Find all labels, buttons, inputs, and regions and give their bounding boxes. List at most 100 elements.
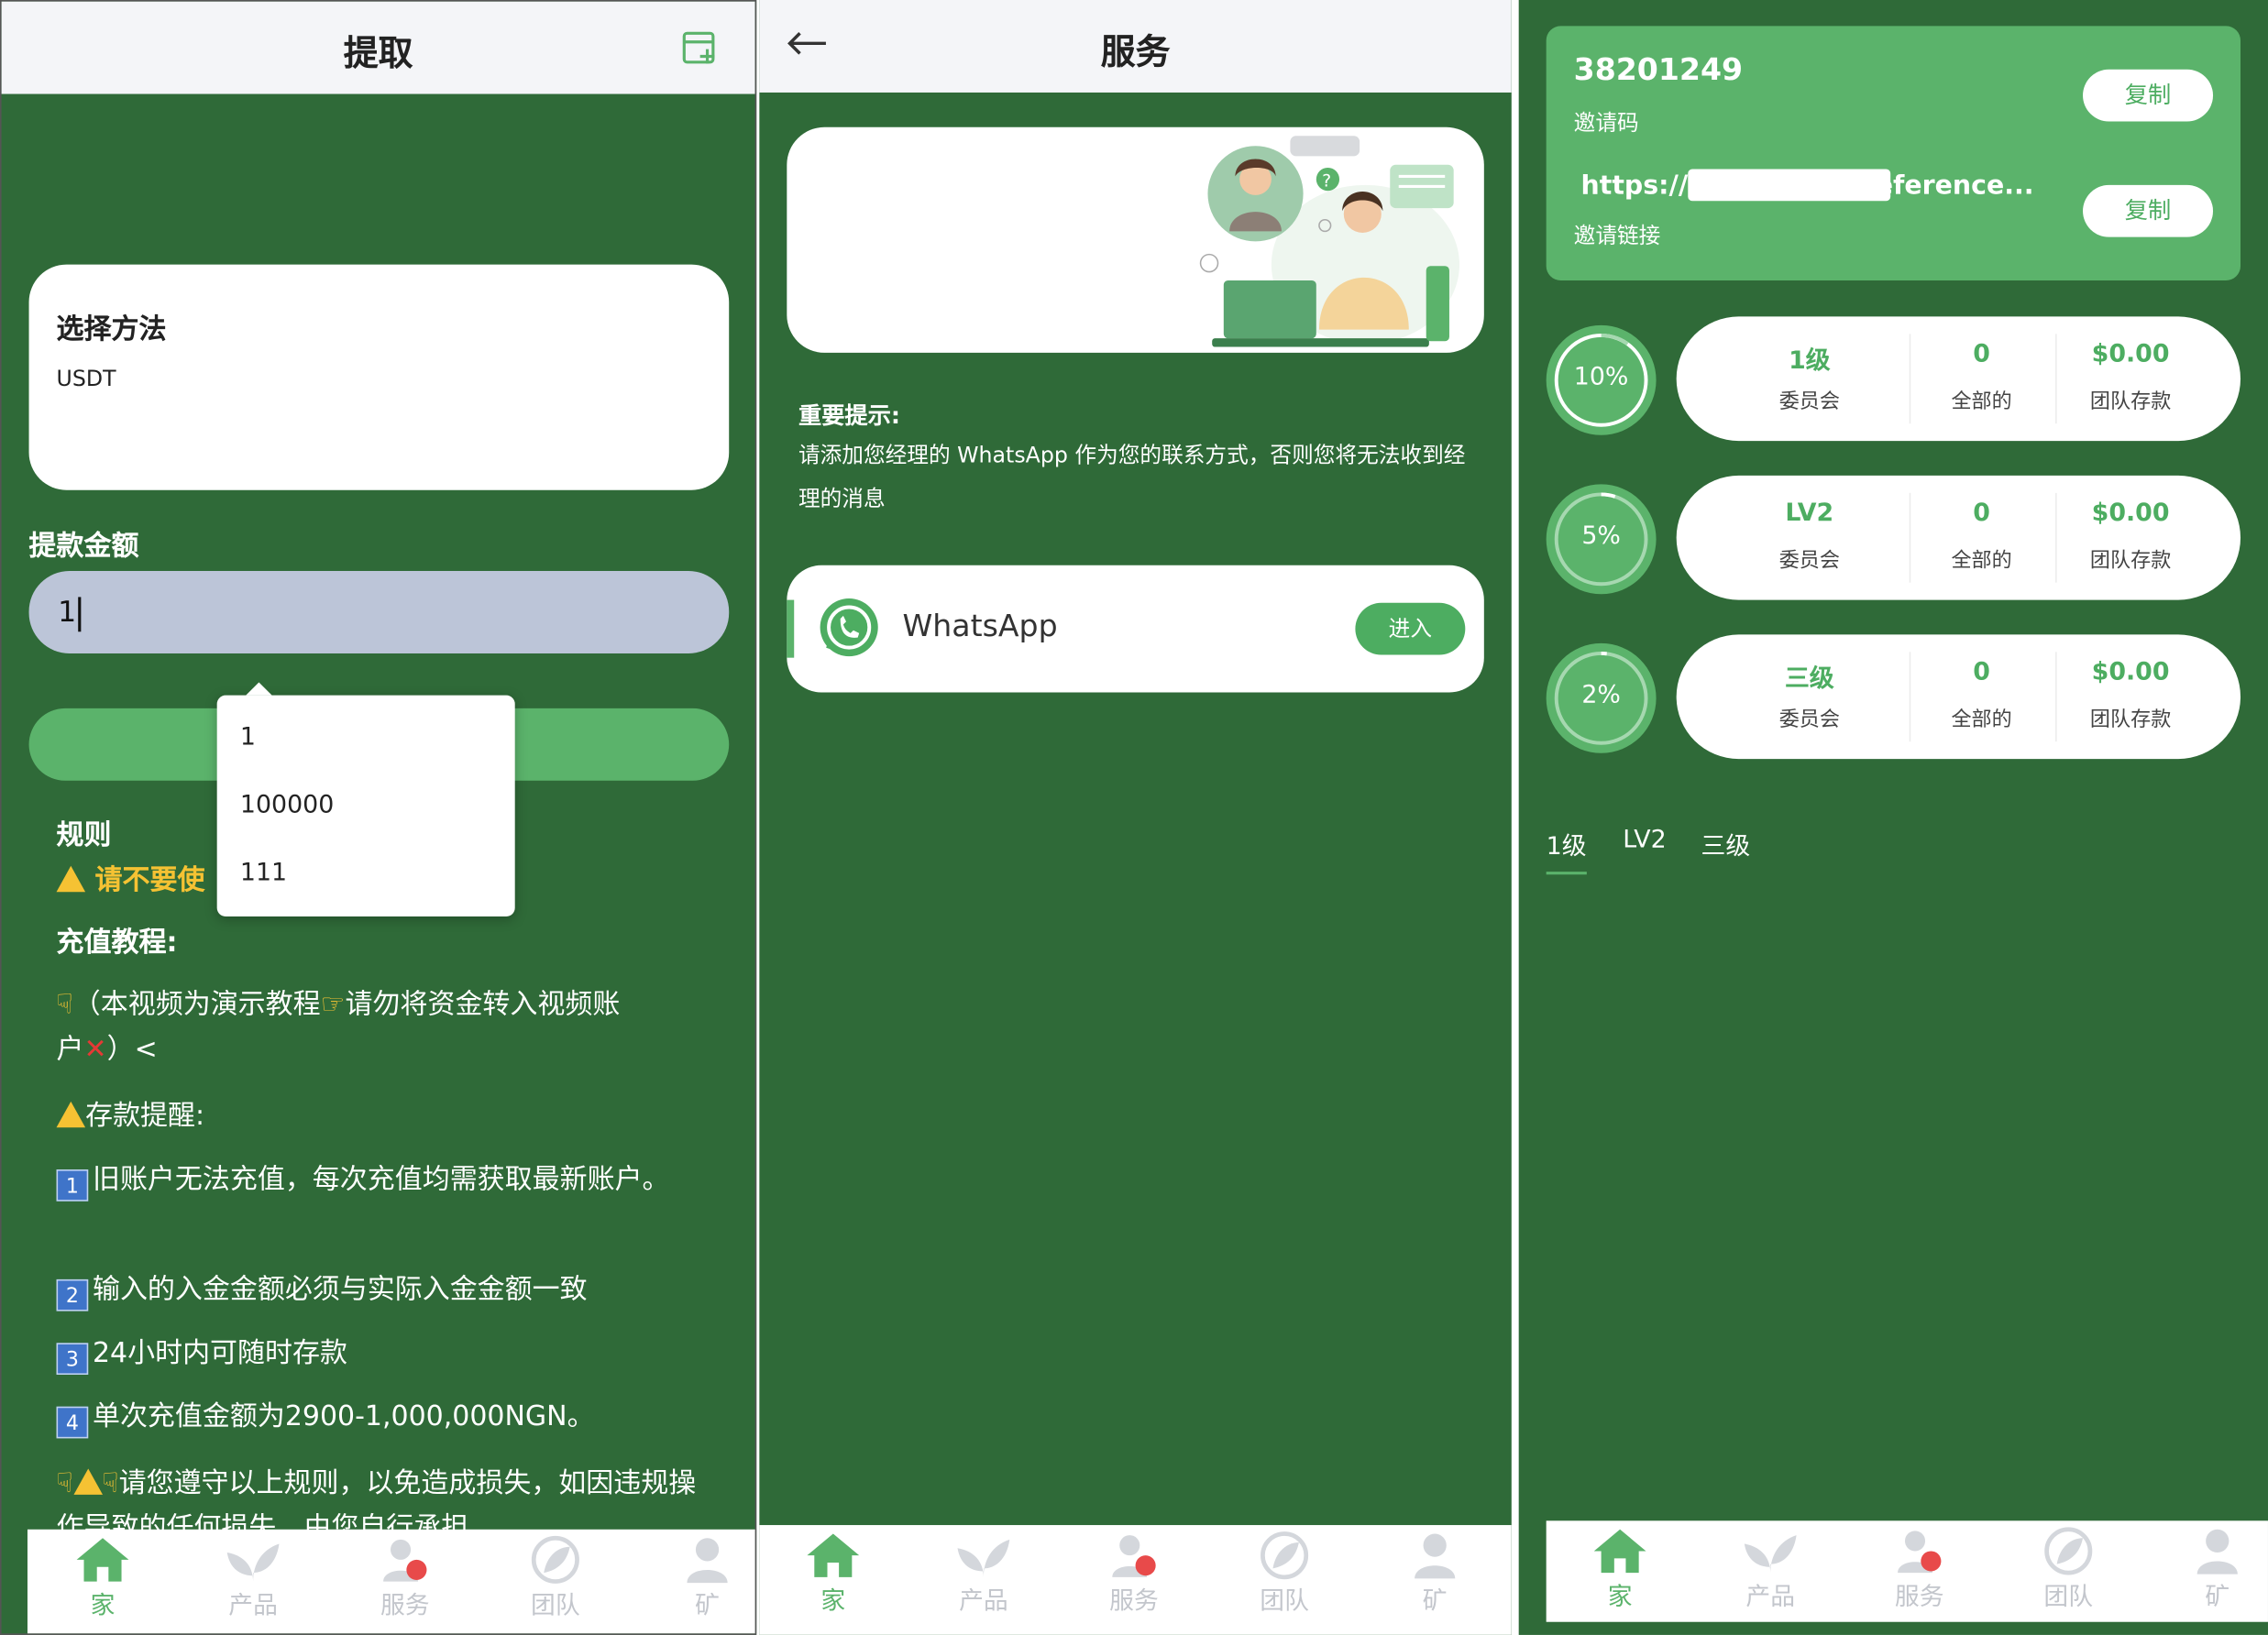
team-icon bbox=[1261, 1531, 1309, 1580]
nav-label-products: 产品 bbox=[1745, 1583, 1796, 1612]
level-name: 1级 bbox=[1789, 346, 1831, 377]
copy-code-button[interactable]: 复制 bbox=[2083, 69, 2214, 122]
rule-item-1: 1 旧账户无法充值，每次充值均需获取最新账户。 bbox=[56, 1158, 708, 1202]
level-name: 三级 bbox=[1785, 664, 1834, 695]
tab-level-1[interactable]: 1级 bbox=[1547, 826, 1587, 862]
level-name: LV2 bbox=[1785, 499, 1834, 528]
level-amount-label: 团队存款 bbox=[2089, 708, 2172, 732]
team-icon bbox=[531, 1535, 579, 1584]
rules-title: 规则 bbox=[56, 819, 112, 852]
deposit-tip-title: 存款提醒: bbox=[56, 1094, 708, 1139]
divider bbox=[2055, 334, 2057, 424]
copy-link-button[interactable]: 复制 bbox=[2083, 184, 2214, 237]
leaf-icon bbox=[226, 1543, 280, 1582]
invite-link-label: 邀请链接 bbox=[1573, 222, 1661, 249]
level-name-label: 委员会 bbox=[1778, 708, 1840, 732]
nav-item-mine[interactable]: 矿 bbox=[2174, 1527, 2261, 1612]
nav-label-home: 家 bbox=[1607, 1583, 1633, 1612]
rules-warning: 请不要使 bbox=[56, 859, 205, 898]
bottom-nav: 家 产品 服务 团队 矿 bbox=[27, 1529, 755, 1634]
hand-point-right-icon: ☞ bbox=[320, 988, 346, 1021]
invite-code-label: 邀请码 bbox=[1573, 109, 1639, 137]
nav-label-mine: 矿 bbox=[695, 1591, 720, 1621]
level-name-label: 委员会 bbox=[1778, 549, 1840, 573]
invite-link-end: eference... bbox=[1875, 170, 2034, 202]
rule-2-text: 输入的入金金额必须与实际入金金额一致 bbox=[92, 1273, 588, 1306]
tutorial-text-c: 户 bbox=[56, 1033, 84, 1066]
add-calendar-icon[interactable] bbox=[681, 29, 719, 67]
level-card-1[interactable]: 1级 委员会 0 全部的 $0.00 团队存款 bbox=[1676, 316, 2241, 442]
nav-label-service: 服务 bbox=[1894, 1583, 1944, 1612]
nav-item-mine[interactable]: 矿 bbox=[664, 1535, 751, 1620]
commission-percent: 5% bbox=[1581, 521, 1621, 551]
nav-label-products: 产品 bbox=[959, 1586, 1008, 1617]
rule-item-3: 3 24小时内可随时存款 bbox=[56, 1332, 708, 1377]
tutorial-text-b: 请勿将资金转入视频账 bbox=[345, 988, 621, 1021]
nav-item-home[interactable]: 家 bbox=[789, 1531, 876, 1616]
warning-icon bbox=[72, 1468, 103, 1495]
amount-input[interactable]: 1 bbox=[28, 571, 730, 653]
nav-item-team[interactable]: 团队 bbox=[2025, 1527, 2112, 1612]
autocomplete-option[interactable]: 111 bbox=[240, 859, 287, 888]
nav-item-products[interactable]: 产品 bbox=[941, 1531, 1028, 1616]
level-amount: $0.00 bbox=[2091, 657, 2170, 687]
autocomplete-option[interactable]: 100000 bbox=[240, 791, 334, 820]
tutorial-text-a: （本视频为演示教程 bbox=[72, 988, 321, 1021]
hand-point-down-icon: ☟ bbox=[56, 988, 73, 1021]
bottom-nav: 家 产品 服务 团队 矿 bbox=[759, 1525, 1512, 1635]
nav-item-home[interactable]: 家 bbox=[60, 1535, 147, 1620]
withdraw-method-card[interactable]: 选择方法 USDT bbox=[28, 264, 730, 490]
level-card-2[interactable]: LV2 委员会 0 全部的 $0.00 团队存款 bbox=[1676, 475, 2241, 600]
nav-item-team[interactable]: 团队 bbox=[1241, 1531, 1328, 1616]
redaction-mask bbox=[1688, 169, 1891, 202]
withdraw-screen: 提取 选择方法 USDT 提款金额 1 规则 请不要使 充值教程: ☟（本视频为… bbox=[0, 0, 757, 1635]
level-card-3[interactable]: 三级 委员会 0 全部的 $0.00 团队存款 bbox=[1676, 634, 2241, 760]
customer-support-illustration: ? bbox=[1199, 136, 1460, 347]
autocomplete-option[interactable]: 1 bbox=[240, 723, 256, 752]
nav-item-service[interactable]: 服务 bbox=[1091, 1531, 1178, 1616]
red-cross-icon: ✕ bbox=[83, 1033, 107, 1066]
bottom-nav: 家 产品 服务 团队 矿 bbox=[1546, 1520, 2268, 1622]
nav-item-products[interactable]: 产品 bbox=[1727, 1527, 1814, 1612]
service-agent-icon bbox=[1112, 1535, 1156, 1577]
nav-item-team[interactable]: 团队 bbox=[512, 1535, 600, 1620]
invite-card: 38201249 邀请码 复制 https://x eference... 邀请链… bbox=[1546, 26, 2241, 280]
tab-level-3[interactable]: 三级 bbox=[1701, 826, 1750, 862]
amount-label: 提款金额 bbox=[28, 530, 139, 563]
accent-bar bbox=[787, 599, 795, 658]
autocomplete-dropdown: 1 100000 111 bbox=[216, 682, 515, 917]
enter-button[interactable]: 进入 bbox=[1355, 602, 1466, 655]
nav-item-service[interactable]: 服务 bbox=[361, 1535, 448, 1620]
rules-warning-text: 请不要使 bbox=[94, 864, 205, 896]
tutorial-line: ☟（本视频为演示教程☞请勿将资金转入视频账 户✕）< bbox=[57, 983, 708, 1073]
deposit-tip-text: 存款提醒: bbox=[85, 1100, 205, 1133]
hand-point-down-icon: ☟ bbox=[102, 1466, 119, 1499]
tab-level-2[interactable]: LV2 bbox=[1623, 826, 1666, 855]
nav-item-home[interactable]: 家 bbox=[1577, 1527, 1664, 1612]
method-title: 选择方法 bbox=[56, 313, 167, 346]
keycap-1-icon: 1 bbox=[56, 1169, 89, 1202]
level-amount-label: 团队存款 bbox=[2089, 549, 2172, 573]
nav-item-service[interactable]: 服务 bbox=[1876, 1527, 1963, 1612]
rule-item-2: 2 输入的入金金额必须与实际入金金额一致 bbox=[56, 1267, 708, 1312]
keycap-3-icon: 3 bbox=[56, 1343, 89, 1376]
miner-icon bbox=[2196, 1529, 2238, 1575]
whatsapp-channel-card[interactable]: WhatsApp 进入 bbox=[787, 565, 1484, 693]
divider bbox=[2055, 492, 2057, 583]
nav-label-team: 团队 bbox=[531, 1591, 580, 1621]
channel-name: WhatsApp bbox=[902, 609, 1058, 643]
home-icon bbox=[807, 1533, 860, 1577]
support-banner: ? bbox=[787, 126, 1484, 353]
level-count: 0 bbox=[1973, 339, 1990, 369]
nav-item-mine[interactable]: 矿 bbox=[1392, 1531, 1479, 1616]
amount-value: 1 bbox=[58, 594, 77, 630]
rule-1-text: 旧账户无法充值，每次充值均需获取最新账户。 bbox=[92, 1163, 670, 1196]
invite-code: 38201249 bbox=[1573, 51, 1744, 87]
level-amount: $0.00 bbox=[2091, 339, 2170, 369]
svg-text:?: ? bbox=[1322, 170, 1331, 191]
commission-percent: 2% bbox=[1581, 680, 1621, 710]
service-agent-icon bbox=[1898, 1531, 1942, 1574]
nav-item-products[interactable]: 产品 bbox=[210, 1535, 297, 1620]
commission-ring-2: 5% bbox=[1546, 484, 1657, 595]
home-icon bbox=[76, 1538, 129, 1582]
